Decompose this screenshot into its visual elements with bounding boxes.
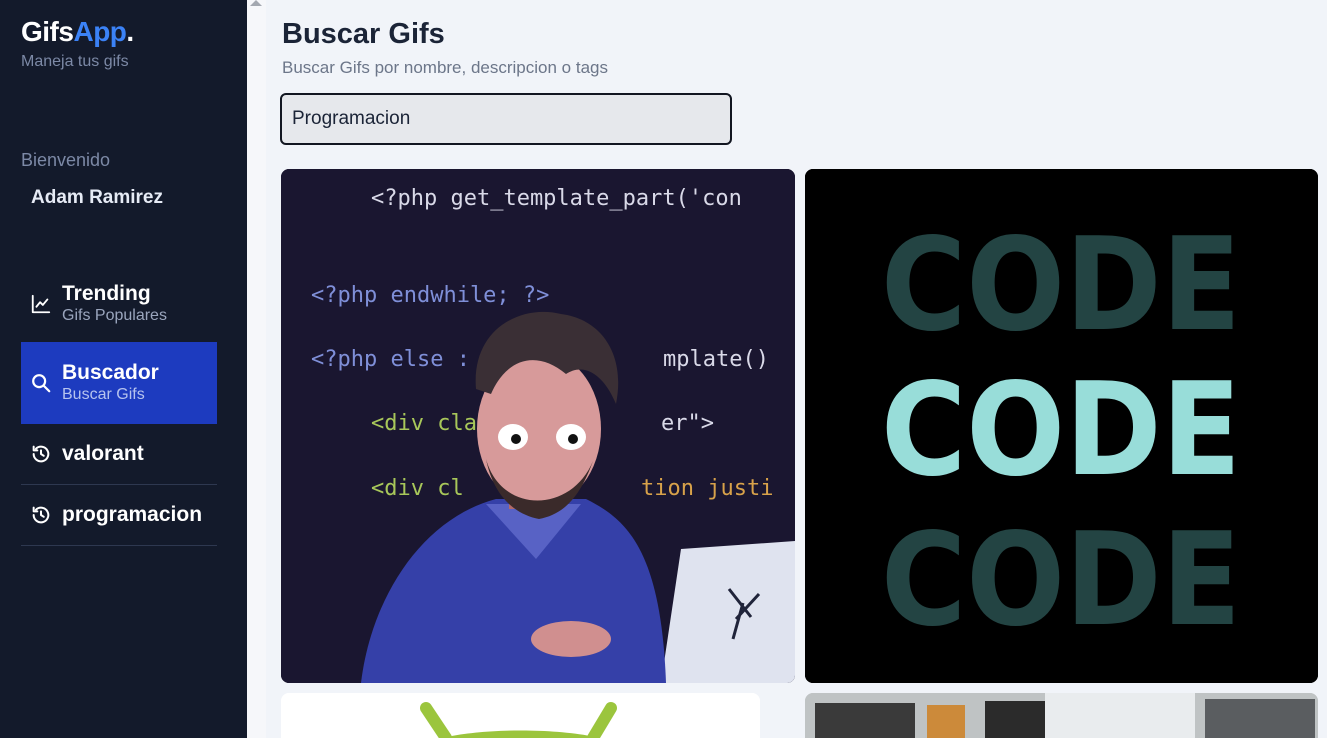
code-line: <div cl xyxy=(371,476,464,501)
scroll-up-arrow-icon[interactable] xyxy=(250,0,262,6)
sidebar-item-title: Trending xyxy=(62,282,151,305)
search-input[interactable] xyxy=(280,93,732,145)
user-name: Adam Ramirez xyxy=(31,187,163,208)
sidebar-item-title: programacion xyxy=(62,503,203,526)
code-line: mplate() xyxy=(663,347,769,372)
brand-subtitle: Maneja tus gifs xyxy=(21,53,129,70)
sidebar-item-subtitle: Buscar Gifs xyxy=(62,386,145,403)
code-line: <?php endwhile; ?> xyxy=(311,283,549,308)
programmer-gif[interactable]: <?php get_template_part('con <?php endwh… xyxy=(281,169,795,683)
history-icon xyxy=(30,504,52,526)
sidebar-item-valorant[interactable]: valorant xyxy=(21,424,217,485)
page-subtitle: Buscar Gifs por nombre, descripcion o ta… xyxy=(282,58,608,77)
sidebar-item-title: Buscador xyxy=(62,361,159,384)
welcome-label: Bienvenido xyxy=(21,150,111,170)
code-line: <div cla xyxy=(371,411,477,436)
trending-icon xyxy=(30,293,52,315)
code-code-code-gif[interactable]: CODE CODE CODE xyxy=(805,169,1318,683)
sidebar-item-trending[interactable]: Trending Gifs Populares xyxy=(21,276,217,332)
scrollbar-track[interactable] xyxy=(247,0,266,738)
code-line: <?php else : xyxy=(311,347,470,372)
search-icon xyxy=(30,372,52,394)
code-line: tion justi xyxy=(641,476,773,501)
android-gif[interactable] xyxy=(281,693,760,738)
office-gif[interactable] xyxy=(805,693,1318,738)
sidebar-item-buscador[interactable]: Buscador Buscar Gifs xyxy=(21,342,217,424)
code-line: <?php get_template_part('con xyxy=(371,186,742,211)
sidebar-item-title: valorant xyxy=(62,442,144,465)
sidebar: GifsApp. Maneja tus gifs Bienvenido Adam… xyxy=(0,0,247,738)
code-word: CODE xyxy=(881,506,1241,655)
code-word: CODE xyxy=(881,211,1241,360)
code-word: CODE xyxy=(881,356,1241,505)
sidebar-item-programacion[interactable]: programacion xyxy=(21,485,217,546)
page-title: Buscar Gifs xyxy=(282,18,445,50)
history-icon xyxy=(30,443,52,465)
sidebar-item-subtitle: Gifs Populares xyxy=(62,307,167,324)
code-line: er"> xyxy=(661,411,714,436)
brand-logo: GifsApp. xyxy=(21,16,134,47)
